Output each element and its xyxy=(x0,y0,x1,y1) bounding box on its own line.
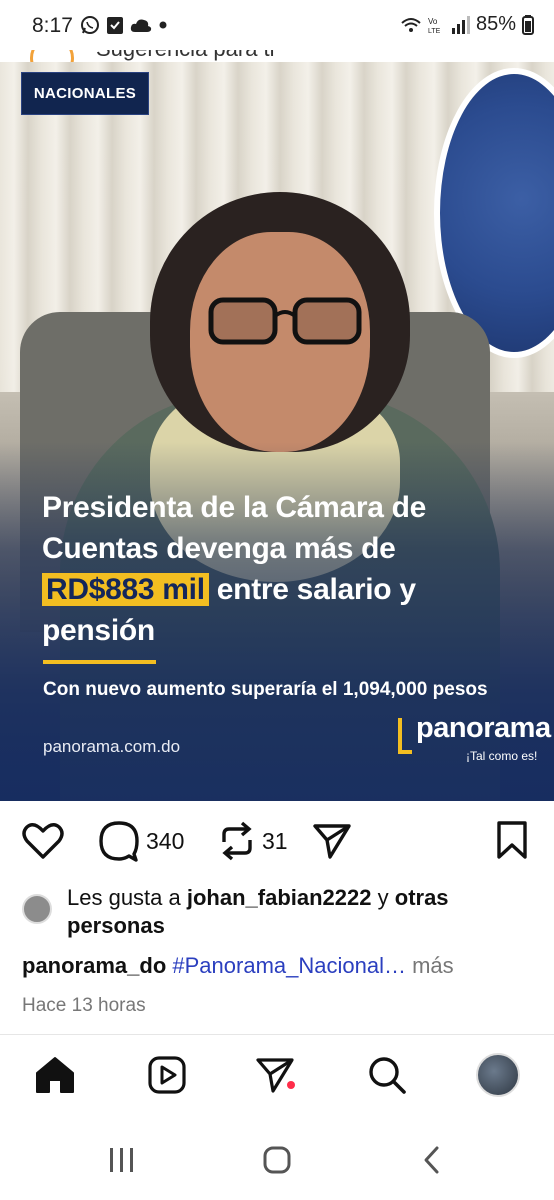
headline-highlight: RD$883 mil xyxy=(42,573,209,606)
comment-count: 340 xyxy=(146,827,185,854)
panorama-logo: panorama ¡Tal como es! xyxy=(398,712,551,763)
whatsapp-icon xyxy=(81,16,99,34)
nav-home[interactable] xyxy=(33,1053,77,1097)
battery-icon xyxy=(522,14,534,35)
system-status-icons: Vo LTE 85% xyxy=(400,13,534,36)
home-icon xyxy=(36,1057,74,1093)
status-time: 8:17 xyxy=(32,14,73,37)
logo-tagline: ¡Tal como es! xyxy=(466,749,538,763)
caption-more-link[interactable]: más xyxy=(412,953,454,978)
category-badge: NACIONALES xyxy=(21,72,149,115)
like-button[interactable] xyxy=(22,822,64,860)
likes-suffix[interactable]: personas xyxy=(67,913,165,938)
nav-divider xyxy=(0,1034,554,1035)
post-actions: 340 31 xyxy=(0,812,554,868)
headline-line: Cuentas devenga más de xyxy=(42,532,396,565)
heart-icon xyxy=(22,823,64,859)
checkbox-icon xyxy=(107,17,123,34)
headline-line: pensión xyxy=(42,614,155,647)
notification-dot xyxy=(287,1081,295,1089)
repost-count: 31 xyxy=(262,827,288,854)
post-timestamp: Hace 13 horas xyxy=(22,995,146,1016)
post-caption[interactable]: panorama_do #Panorama_Nacional… más xyxy=(22,953,542,979)
logo-mark-icon xyxy=(398,718,412,754)
subheadline: Con nuevo aumento superaría el 1,094,000… xyxy=(43,679,488,700)
nav-profile[interactable] xyxy=(476,1053,520,1097)
profile-avatar xyxy=(476,1053,520,1097)
volte-icon: Vo LTE xyxy=(428,17,441,35)
nav-search[interactable] xyxy=(365,1053,409,1097)
nav-reels[interactable] xyxy=(145,1053,189,1097)
comment-button[interactable]: 340 xyxy=(98,820,184,862)
headline: Presidenta de la Cámara de Cuentas deven… xyxy=(42,487,512,651)
search-icon xyxy=(369,1057,406,1094)
liker-avatar[interactable] xyxy=(22,894,52,924)
back-button[interactable] xyxy=(412,1142,452,1178)
recents-button[interactable] xyxy=(102,1142,142,1178)
bookmark-icon xyxy=(497,821,527,859)
cloud-icon xyxy=(130,19,152,32)
send-icon xyxy=(313,824,351,859)
headline-line-rest: entre salario y xyxy=(208,573,416,606)
svg-text:LTE: LTE xyxy=(428,28,441,35)
caption-username[interactable]: panorama_do xyxy=(22,953,166,978)
system-navigation xyxy=(0,1120,554,1200)
likes-prefix: Les gusta a xyxy=(67,885,187,910)
nav-messages[interactable] xyxy=(253,1053,297,1097)
headline-line: Presidenta de la Cámara de xyxy=(42,491,427,524)
post-image[interactable]: NACIONALES Presidenta de la Cámara de Cu… xyxy=(0,62,554,801)
signal-icon xyxy=(451,15,470,34)
likes-middle: y xyxy=(371,885,395,910)
dot-icon xyxy=(159,21,167,29)
accent-underline xyxy=(43,660,156,664)
bottom-navigation xyxy=(0,1040,554,1115)
svg-text:Vo: Vo xyxy=(428,17,438,26)
person-glasses xyxy=(208,297,362,345)
save-button[interactable] xyxy=(496,820,528,860)
status-bar: 8:17 Vo LTE 85% xyxy=(0,0,554,50)
liker-username[interactable]: johan_fabian2222 xyxy=(187,885,372,910)
logo-wordmark: panorama xyxy=(416,712,551,744)
recents-icon xyxy=(110,1148,133,1172)
comment-icon xyxy=(99,821,139,862)
reels-icon xyxy=(148,1056,186,1094)
battery-percent: 85% xyxy=(475,13,516,35)
caption-hashtag[interactable]: #Panorama_Nacional… xyxy=(172,953,406,978)
site-url: panorama.com.do xyxy=(43,737,181,756)
home-system-button[interactable] xyxy=(257,1142,297,1178)
likes-text[interactable]: Les gusta a johan_fabian2222 y otras per… xyxy=(67,884,537,940)
repost-icon xyxy=(222,821,252,861)
back-icon xyxy=(424,1146,439,1174)
likes-others[interactable]: otras xyxy=(395,885,449,910)
share-button[interactable] xyxy=(312,822,352,860)
notification-icons xyxy=(80,15,168,35)
wifi-icon xyxy=(401,17,421,32)
home-system-icon xyxy=(263,1146,291,1174)
repost-button[interactable]: 31 xyxy=(218,820,288,862)
headline-line: RD$883 mil entre salario y xyxy=(42,569,512,610)
